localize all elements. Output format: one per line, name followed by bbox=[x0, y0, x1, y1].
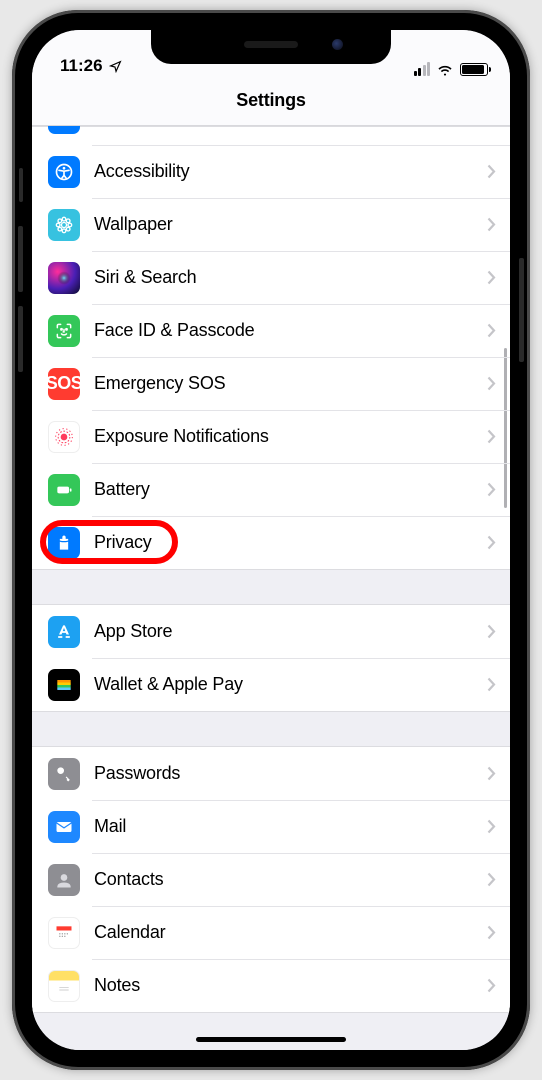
accessibility-icon bbox=[48, 156, 80, 188]
settings-row-faceid[interactable]: Face ID & Passcode bbox=[32, 304, 510, 357]
cellular-icon bbox=[414, 62, 431, 76]
row-label: Mail bbox=[94, 816, 487, 837]
settings-row-partial[interactable] bbox=[32, 127, 510, 145]
settings-row-wallpaper[interactable]: Wallpaper bbox=[32, 198, 510, 251]
settings-group: Accessibility Wallpaper Siri & Search bbox=[32, 126, 510, 570]
row-label: App Store bbox=[94, 621, 487, 642]
passwords-icon bbox=[48, 758, 80, 790]
row-label: Wallet & Apple Pay bbox=[94, 674, 487, 695]
nav-header: Settings bbox=[32, 78, 510, 126]
chevron-right-icon bbox=[487, 624, 496, 639]
display-icon bbox=[48, 126, 80, 134]
row-label: Calendar bbox=[94, 922, 487, 943]
chevron-right-icon bbox=[487, 766, 496, 781]
row-label: Wallpaper bbox=[94, 214, 487, 235]
notch bbox=[151, 30, 391, 64]
settings-row-wallet[interactable]: Wallet & Apple Pay bbox=[32, 658, 510, 711]
settings-list[interactable]: Accessibility Wallpaper Siri & Search bbox=[32, 126, 510, 1050]
chevron-right-icon bbox=[487, 677, 496, 692]
row-label: Siri & Search bbox=[94, 267, 487, 288]
side-button[interactable] bbox=[519, 258, 524, 362]
contacts-icon bbox=[48, 864, 80, 896]
sos-icon: SOS bbox=[48, 368, 80, 400]
screen: 11:26 Settings bbox=[32, 30, 510, 1050]
chevron-right-icon bbox=[487, 872, 496, 887]
siri-icon bbox=[48, 262, 80, 294]
row-label: Exposure Notifications bbox=[94, 426, 487, 447]
settings-group: Passwords Mail Contacts bbox=[32, 746, 510, 1013]
chevron-right-icon bbox=[487, 164, 496, 179]
chevron-right-icon bbox=[487, 217, 496, 232]
chevron-right-icon bbox=[487, 978, 496, 993]
phone-frame: 11:26 Settings bbox=[12, 10, 530, 1070]
settings-group: App Store Wallet & Apple Pay bbox=[32, 604, 510, 712]
settings-row-calendar[interactable]: Calendar bbox=[32, 906, 510, 959]
settings-row-privacy[interactable]: Privacy bbox=[32, 516, 510, 569]
chevron-right-icon bbox=[487, 819, 496, 834]
mail-icon bbox=[48, 811, 80, 843]
chevron-right-icon bbox=[487, 429, 496, 444]
volume-up-button[interactable] bbox=[18, 226, 23, 292]
settings-row-passwords[interactable]: Passwords bbox=[32, 747, 510, 800]
settings-row-sos[interactable]: SOS Emergency SOS bbox=[32, 357, 510, 410]
page-title: Settings bbox=[32, 90, 510, 111]
volume-down-button[interactable] bbox=[18, 306, 23, 372]
home-indicator[interactable] bbox=[196, 1037, 346, 1042]
chevron-right-icon bbox=[487, 482, 496, 497]
battery-icon bbox=[48, 474, 80, 506]
row-label: Notes bbox=[94, 975, 487, 996]
exposure-icon bbox=[48, 421, 80, 453]
wifi-icon bbox=[436, 63, 454, 76]
settings-row-accessibility[interactable]: Accessibility bbox=[32, 145, 510, 198]
settings-row-appstore[interactable]: App Store bbox=[32, 605, 510, 658]
appstore-icon bbox=[48, 616, 80, 648]
chevron-right-icon bbox=[487, 925, 496, 940]
settings-row-notes[interactable]: Notes bbox=[32, 959, 510, 1012]
row-label: Privacy bbox=[94, 532, 487, 553]
settings-row-battery[interactable]: Battery bbox=[32, 463, 510, 516]
wallpaper-icon bbox=[48, 209, 80, 241]
notes-icon bbox=[48, 970, 80, 1002]
row-label: Passwords bbox=[94, 763, 487, 784]
settings-row-mail[interactable]: Mail bbox=[32, 800, 510, 853]
faceid-icon bbox=[48, 315, 80, 347]
privacy-icon bbox=[48, 527, 80, 559]
chevron-right-icon bbox=[487, 376, 496, 391]
settings-row-exposure[interactable]: Exposure Notifications bbox=[32, 410, 510, 463]
row-label: Contacts bbox=[94, 869, 487, 890]
settings-row-siri[interactable]: Siri & Search bbox=[32, 251, 510, 304]
row-label: Battery bbox=[94, 479, 487, 500]
calendar-icon bbox=[48, 917, 80, 949]
row-label: Emergency SOS bbox=[94, 373, 487, 394]
chevron-right-icon bbox=[487, 535, 496, 550]
chevron-right-icon bbox=[487, 270, 496, 285]
settings-row-contacts[interactable]: Contacts bbox=[32, 853, 510, 906]
mute-switch[interactable] bbox=[19, 168, 23, 202]
chevron-right-icon bbox=[487, 323, 496, 338]
row-label: Face ID & Passcode bbox=[94, 320, 487, 341]
status-time: 11:26 bbox=[60, 56, 103, 76]
battery-icon bbox=[460, 63, 488, 76]
location-icon bbox=[109, 60, 122, 73]
wallet-icon bbox=[48, 669, 80, 701]
row-label: Accessibility bbox=[94, 161, 487, 182]
